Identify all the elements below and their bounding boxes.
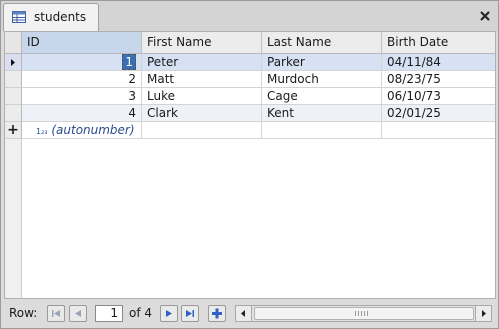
- autonumber-glyph: 1₂₃: [36, 127, 48, 136]
- scrollbar-thumb[interactable]: [254, 307, 474, 320]
- of-label: of: [129, 306, 141, 320]
- record-count: of 4: [129, 306, 152, 320]
- cell-first-name-new[interactable]: [142, 122, 262, 139]
- table-row[interactable]: 2 Matt Murdoch 08/23/75: [22, 71, 495, 88]
- column-header-id[interactable]: ID: [22, 32, 142, 54]
- tab-label: students: [34, 10, 87, 24]
- row-selector[interactable]: [5, 105, 22, 122]
- column-header-first-name[interactable]: First Name: [142, 32, 262, 54]
- cell-birth-date[interactable]: 08/23/75: [382, 71, 495, 88]
- row-selector-gutter: [5, 139, 22, 298]
- next-record-button[interactable]: [160, 305, 178, 322]
- datasheet-grid: ID First Name Last Name Birth Date + 1 P…: [4, 31, 496, 299]
- tab-strip: students: [1, 1, 498, 31]
- cell-last-name[interactable]: Cage: [262, 88, 382, 105]
- cell-last-name[interactable]: Murdoch: [262, 71, 382, 88]
- next-record-icon: [166, 310, 172, 317]
- cell-id[interactable]: 3: [22, 88, 142, 105]
- autonumber-placeholder: (autonumber): [51, 123, 135, 137]
- table-icon: [12, 11, 26, 23]
- cell-last-name[interactable]: Kent: [262, 105, 382, 122]
- tab-students[interactable]: students: [3, 3, 99, 31]
- grip-icon: [355, 311, 368, 316]
- cell-id[interactable]: 2: [22, 71, 142, 88]
- cell-birth-date[interactable]: 06/10/73: [382, 88, 495, 105]
- row-selector[interactable]: [5, 71, 22, 88]
- scroll-right-button[interactable]: [475, 306, 491, 321]
- close-icon[interactable]: [478, 9, 492, 23]
- scroll-left-icon: [241, 310, 245, 317]
- cell-first-name[interactable]: Peter: [142, 54, 262, 71]
- column-header-label: Birth Date: [387, 35, 449, 49]
- cell-birth-date[interactable]: 02/01/25: [382, 105, 495, 122]
- new-record-button[interactable]: [208, 305, 226, 322]
- last-record-icon: [186, 310, 194, 317]
- column-header-label: Last Name: [267, 35, 332, 49]
- total-records: 4: [144, 306, 153, 320]
- table-row[interactable]: 1 Peter Parker 04/11/84: [22, 54, 495, 71]
- cell-birth-date[interactable]: 04/11/84: [382, 54, 495, 71]
- current-row-arrow-icon: [11, 59, 15, 66]
- first-record-button[interactable]: [47, 305, 65, 322]
- cell-first-name[interactable]: Clark: [142, 105, 262, 122]
- column-header-last-name[interactable]: Last Name: [262, 32, 382, 54]
- cell-id-value: 1: [122, 54, 136, 70]
- table-row[interactable]: 3 Luke Cage 06/10/73: [22, 88, 495, 105]
- column-header-label: First Name: [147, 35, 212, 49]
- cell-first-name[interactable]: Matt: [142, 71, 262, 88]
- first-record-icon: [52, 310, 60, 317]
- new-record-icon: [212, 308, 222, 319]
- table-row[interactable]: 4 Clark Kent 02/01/25: [22, 105, 495, 122]
- cell-id-new[interactable]: 1₂₃ (autonumber): [22, 122, 142, 139]
- horizontal-scrollbar[interactable]: [235, 305, 492, 322]
- row-selector-current[interactable]: [5, 54, 22, 71]
- cell-last-name[interactable]: Parker: [262, 54, 382, 71]
- new-record-row[interactable]: 1₂₃ (autonumber): [22, 122, 495, 139]
- column-header-birth-date[interactable]: Birth Date: [382, 32, 495, 54]
- column-header-label: ID: [27, 35, 40, 49]
- row-label: Row:: [9, 306, 38, 320]
- grid-corner[interactable]: [5, 32, 22, 54]
- last-record-button[interactable]: [181, 305, 199, 322]
- new-record-plus-icon: +: [7, 122, 19, 138]
- table-window: students ID First Name Last Name Birth D…: [0, 0, 499, 329]
- previous-record-icon: [75, 310, 81, 317]
- scroll-left-button[interactable]: [236, 306, 252, 321]
- scroll-right-icon: [482, 310, 486, 317]
- new-row-selector[interactable]: +: [5, 122, 22, 139]
- cell-id[interactable]: 1: [22, 54, 142, 71]
- previous-record-button[interactable]: [69, 305, 87, 322]
- cell-last-name-new[interactable]: [262, 122, 382, 139]
- cell-birth-date-new[interactable]: [382, 122, 495, 139]
- cell-first-name[interactable]: Luke: [142, 88, 262, 105]
- current-record-input[interactable]: 1: [95, 305, 123, 322]
- record-navigation-bar: Row: 1 of 4: [1, 300, 498, 328]
- row-selector[interactable]: [5, 88, 22, 105]
- cell-id[interactable]: 4: [22, 105, 142, 122]
